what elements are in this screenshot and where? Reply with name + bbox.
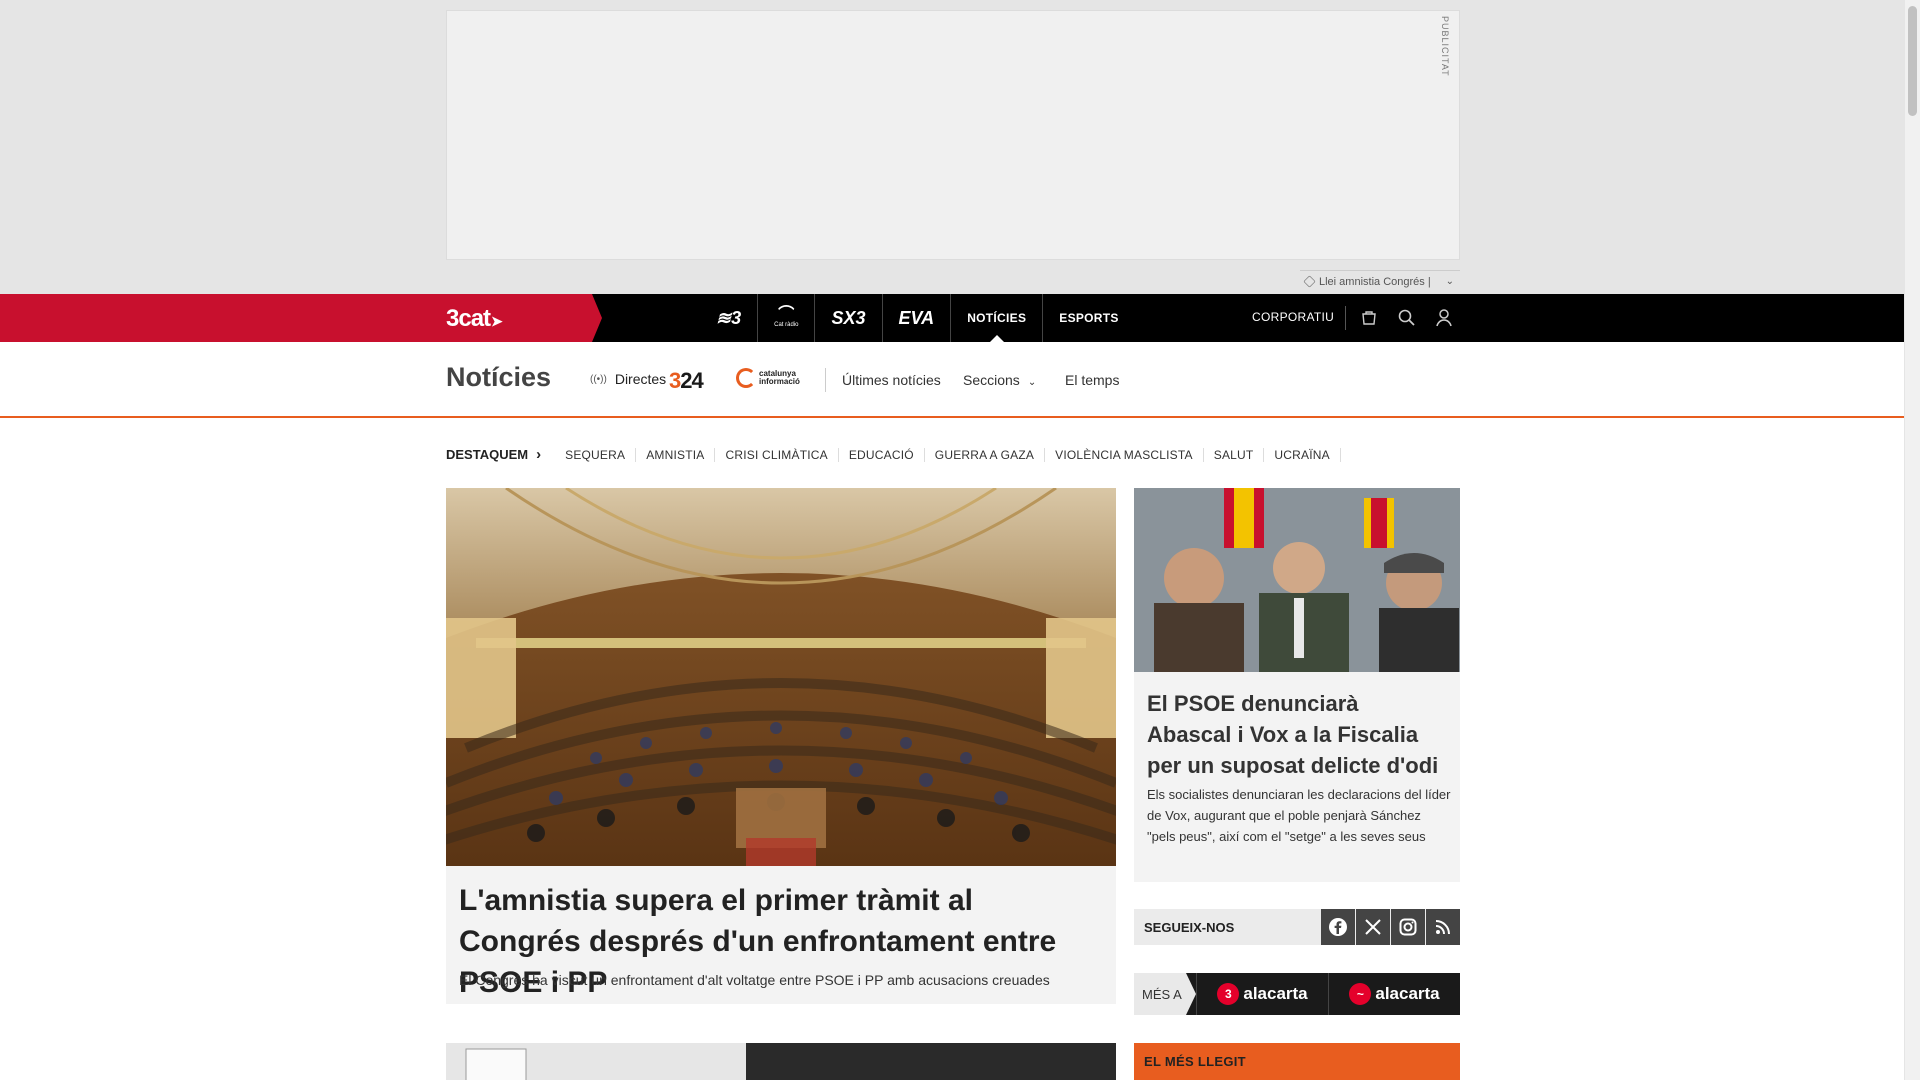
mes-llegit-header: EL MÉS LLEGIT [1134,1043,1460,1080]
brand-block [0,294,602,342]
eva-logo-icon: EVA [898,307,935,328]
shop-icon[interactable] [1359,308,1379,328]
header-divider [825,368,826,392]
mes-a-alacarta-bar: MÉS A 3 alacarta ~ alacarta [1134,973,1460,1015]
esports-label: ESPORTS [1059,311,1119,325]
channel-catradio[interactable]: ⌒ Cat ràdio [758,294,816,342]
channel-nav: ≋3 ⌒ Cat ràdio SX3 EVA NOTÍCIES ESPORTS [700,294,1135,342]
channel-sx3[interactable]: SX3 [815,294,883,342]
user-icon[interactable] [1434,308,1454,328]
ci-logo-text: catalunya informació [759,369,800,386]
tag-violencia-masclista[interactable]: VIOLÈNCIA MASCLISTA [1045,447,1204,462]
rss-icon[interactable] [1426,909,1460,945]
tv3-badge-icon: 3 [1217,983,1240,1005]
side-story-title[interactable]: El PSOE denunciarà Abascal i Vox a la Fi… [1147,688,1447,781]
section-header: Notícies ((•)) Directes 324 catalunya in… [0,342,1904,418]
side-story-subtitle: Els socialistes denunciaran les declarac… [1147,787,1451,844]
directes-link[interactable]: ((•)) Directes [590,371,666,387]
chevron-down-icon: ⌄ [1027,377,1037,388]
channel-eva[interactable]: EVA [883,294,952,342]
destaquem-bar: DESTAQUEM › SEQUERA AMNISTIA CRISI CLIMÀT… [446,446,1341,463]
ad-topic-text: Llei amnistia Congrés | [1319,275,1431,288]
tag-amnistia[interactable]: AMNISTIA [636,447,716,462]
facebook-icon[interactable] [1321,909,1355,945]
side-story-image[interactable] [1134,488,1460,672]
tag-salut[interactable]: SALUT [1204,447,1265,462]
side-story-card[interactable]: El PSOE denunciarà Abascal i Vox a la Fi… [1134,672,1460,882]
destaquem-text: DESTAQUEM [446,447,529,462]
chevron-down-icon: ⌄ [1445,276,1454,287]
ultimes-noticies-link[interactable]: Últimes notícies [842,372,941,388]
tag-educacio[interactable]: EDUCACIÓ [839,447,925,462]
seccions-label: Seccions [963,372,1020,388]
tag-crisi-climatica[interactable]: CRISI CLIMÀTICA [715,447,839,462]
main-story-card[interactable]: L'amnistia supera el primer tràmit al Co… [446,866,1116,1004]
ad-label: PUBLICITAT [1440,16,1450,77]
channel-esports[interactable]: ESPORTS [1043,294,1134,342]
social-follow-bar: SEGUEIX-NOS [1134,909,1460,945]
scrollbar[interactable] [1904,0,1920,1080]
catalunya-informacio-logo[interactable]: catalunya informació [736,368,819,388]
ci-circle-icon [736,368,756,388]
seccions-dropdown[interactable]: Seccions ⌄ [963,372,1036,388]
segueix-nos-label: SEGUEIX-NOS [1144,919,1235,935]
chevron-right-icon: › [536,446,542,463]
324-logo[interactable]: 324 [669,368,704,394]
directes-label: Directes [614,371,667,387]
catradio-logo-icon: ⌒ [778,306,795,323]
search-icon[interactable] [1397,308,1417,328]
noticies-label: NOTÍCIES [967,311,1027,325]
tv3-alacarta-link[interactable]: 3 alacarta [1196,973,1328,1015]
next-story-image[interactable] [446,1043,1116,1080]
scrollbar-thumb[interactable] [1908,6,1917,116]
alacarta-label: alacarta [1243,984,1308,1003]
destaquem-label: DESTAQUEM › [446,446,541,463]
main-story-subtitle: El Congrés ha viscut un enfrontament d'a… [459,972,1050,988]
tag-sequera[interactable]: SEQUERA [555,447,637,462]
x-icon[interactable] [1356,909,1390,945]
mes-a-label: MÉS A [1134,973,1196,1015]
ad-topic-selector[interactable]: Llei amnistia Congrés | ⌄ [1300,270,1460,292]
channel-tv3[interactable]: ≋3 [700,294,759,342]
live-broadcast-icon: ((•)) [590,373,607,385]
brand-text: 3cat [446,305,491,332]
corporatiu-link[interactable]: CORPORATIU [1252,310,1334,324]
ad-banner-area: PUBLICITAT Llei amnistia Congrés | ⌄ [0,0,1904,294]
ad-slot[interactable] [446,10,1460,260]
top-navigation-bar: 3cat➤ ≋3 ⌒ Cat ràdio SX3 EVA NOTÍCIES ES… [0,294,1904,342]
instagram-icon[interactable] [1391,909,1425,945]
catradio-label: Cat ràdio [774,322,799,328]
sx3-logo-icon: SX3 [831,307,866,328]
tag-ucraina[interactable]: UCRAÏNA [1264,447,1341,462]
channel-noticies[interactable]: NOTÍCIES [951,294,1044,342]
alacarta-label: alacarta [1375,984,1440,1003]
brand-arrow-icon: ➤ [491,313,503,329]
page-title[interactable]: Notícies [446,362,551,393]
tv3-logo-icon: ≋3 [716,307,742,328]
catradio-alacarta-link[interactable]: ~ alacarta [1328,973,1460,1015]
el-temps-link[interactable]: El temps [1065,372,1119,388]
3cat-logo[interactable]: 3cat➤ [446,305,503,333]
main-story-image[interactable] [446,488,1116,866]
tag-guerra-gaza[interactable]: GUERRA A GAZA [925,447,1046,462]
catradio-badge-icon: ~ [1349,983,1372,1005]
tag-icon [1303,275,1316,288]
nav-divider [1345,306,1346,330]
